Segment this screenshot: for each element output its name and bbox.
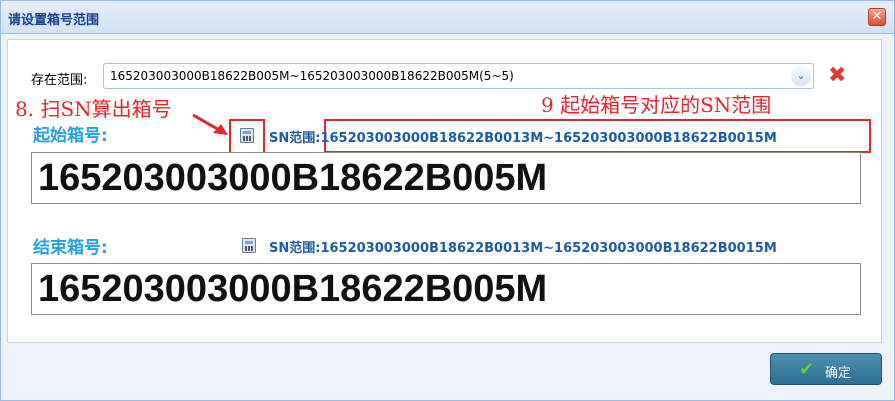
start-box-label: 起始箱号: xyxy=(33,126,108,146)
annotation-note-9: 9 起始箱号对应的SN范围 xyxy=(541,93,772,117)
ok-button-label: 确定 xyxy=(825,366,852,381)
end-sn-range: SN范围:165203003000B18622B0013M~1652030030… xyxy=(269,241,777,256)
range-select[interactable]: 165203003000B18622B005M~165203003000B186… xyxy=(103,63,814,89)
start-box-input[interactable]: 165203003000B18622B005M xyxy=(31,152,861,204)
annotation-note-8: 8. 扫SN算出箱号 xyxy=(15,97,172,121)
end-box-label: 结束箱号: xyxy=(33,238,108,258)
end-box-input[interactable]: 165203003000B18622B005M xyxy=(31,263,861,315)
annotation-arrow-icon xyxy=(192,113,228,135)
calculator-icon[interactable] xyxy=(242,238,256,253)
dialog-window: 请设置箱号范围 ✕ 存在范围: 165203003000B18622B005M~… xyxy=(0,0,895,401)
close-icon[interactable]: ✕ xyxy=(868,8,886,26)
chevron-down-icon[interactable]: ⌄ xyxy=(791,66,811,86)
range-label: 存在范围: xyxy=(31,73,88,88)
footer xyxy=(1,344,894,400)
start-sn-range: SN范围:165203003000B18622B0013M~1652030030… xyxy=(269,131,777,146)
range-select-value: 165203003000B18622B005M~165203003000B186… xyxy=(110,69,514,83)
title-bar: 请设置箱号范围 ✕ xyxy=(1,1,894,34)
calculator-icon[interactable] xyxy=(240,128,254,143)
checkmark-icon: ✔ xyxy=(799,359,815,380)
ok-button[interactable]: ✔ 确定 xyxy=(770,353,882,385)
dialog-title: 请设置箱号范围 xyxy=(8,13,100,28)
delete-icon[interactable]: ✖ xyxy=(828,63,846,89)
